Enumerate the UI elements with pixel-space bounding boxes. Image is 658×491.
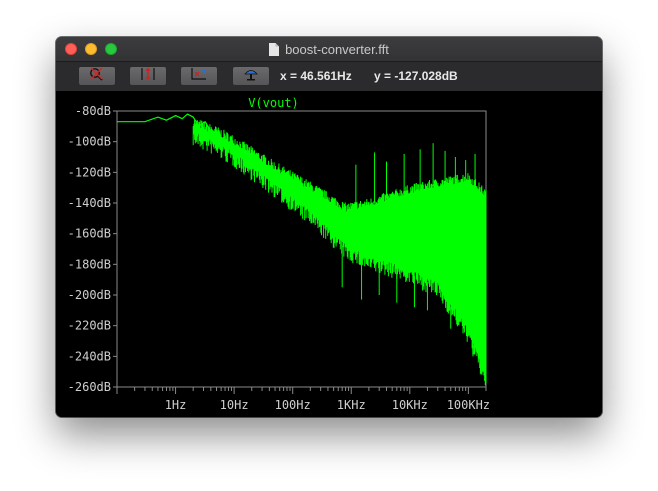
y-readout: y = -127.028dB	[374, 69, 458, 83]
zoom-cancel-button[interactable]	[78, 66, 116, 86]
title-bar[interactable]: boost-converter.fft	[56, 37, 602, 62]
plot-area[interactable]: V(vout) -80dB -100dB -120dB -140dB -160dB -18…	[56, 92, 602, 417]
pan-hand-icon	[242, 67, 260, 86]
x-tick-label: 100Hz	[275, 398, 311, 412]
x-readout: x = 46.561Hz	[280, 69, 352, 83]
window-title: boost-converter.fft	[285, 41, 389, 57]
x-tick-label: 100KHz	[447, 398, 490, 412]
x-tick-label: 10Hz	[220, 398, 249, 412]
x-tick-label: 1KHz	[337, 398, 366, 412]
chart-title: V(vout)	[248, 96, 299, 110]
y-tick-label: -160dB	[68, 227, 111, 241]
x-tick-label: 1Hz	[165, 398, 187, 412]
zoom-fit-icon	[190, 67, 208, 86]
toolbar: x = 46.561Hz y = -127.028dB	[56, 62, 602, 91]
fft-plot[interactable]: V(vout) -80dB -100dB -120dB -140dB -160dB -18…	[56, 92, 602, 417]
y-tick-label: -220dB	[68, 319, 111, 333]
x-tick-label: 10KHz	[392, 398, 428, 412]
app-window: boost-converter.fft x = 46.561Hz y = -12…	[56, 37, 602, 417]
y-tick-label: -200dB	[68, 288, 111, 302]
y-tick-label: -100dB	[68, 135, 111, 149]
y-tick-label: -140dB	[68, 196, 111, 210]
y-tick-label: -180dB	[68, 257, 111, 271]
y-tick-label: -80dB	[75, 104, 111, 118]
y-tick-label: -120dB	[68, 165, 111, 179]
autorange-y-button[interactable]	[129, 66, 167, 86]
zoom-cancel-icon	[88, 67, 106, 86]
y-tick-label: -260dB	[68, 380, 111, 394]
y-tick-label: -240dB	[68, 349, 111, 363]
pan-button[interactable]	[232, 66, 270, 86]
trace-noise-band	[192, 119, 487, 386]
zoom-fit-button[interactable]	[180, 66, 218, 86]
autorange-y-icon	[139, 67, 157, 86]
document-icon	[269, 42, 280, 56]
